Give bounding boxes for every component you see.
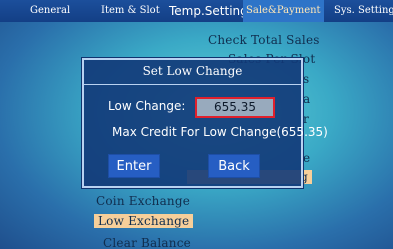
tab-item-slot[interactable]: Item & Slot	[101, 0, 160, 22]
tab-general[interactable]: General	[30, 0, 70, 22]
menu-item-fragment-r[interactable]: r	[303, 112, 309, 126]
menu-item-coin-exchange[interactable]: Coin Exchange	[96, 194, 190, 208]
low-change-label: Low Change:	[108, 99, 186, 113]
menu-item-check-total-sales[interactable]: Check Total Sales	[208, 33, 320, 47]
tab-bar: General Item & Slot Temp.Setting Sale&Pa…	[0, 0, 393, 22]
set-low-change-dialog: Set Low Change Low Change: 655.35 Max Cr…	[82, 58, 328, 188]
enter-button[interactable]: Enter	[108, 154, 160, 178]
dialog-title: Set Low Change	[142, 64, 243, 78]
tab-sys-setting[interactable]: Sys. Setting	[334, 0, 393, 22]
menu-item-clear-balance[interactable]: Clear Balance	[103, 236, 191, 249]
menu-item-fragment-e[interactable]: e	[303, 151, 310, 165]
menu-item-fragment-a[interactable]: a	[303, 92, 310, 106]
low-change-input[interactable]: 655.35	[195, 97, 275, 118]
title-divider	[84, 84, 301, 85]
menu-item-fragment-s[interactable]: s	[303, 72, 309, 86]
max-credit-text: Max Credit For Low Change(655.35)	[112, 125, 328, 139]
tab-temp-setting[interactable]: Temp.Setting	[169, 0, 248, 22]
menu-item-low-exchange[interactable]: Low Exchange	[94, 214, 194, 228]
back-button[interactable]: Back	[208, 154, 260, 178]
tab-sale-payment[interactable]: Sale&Payment	[243, 0, 324, 22]
